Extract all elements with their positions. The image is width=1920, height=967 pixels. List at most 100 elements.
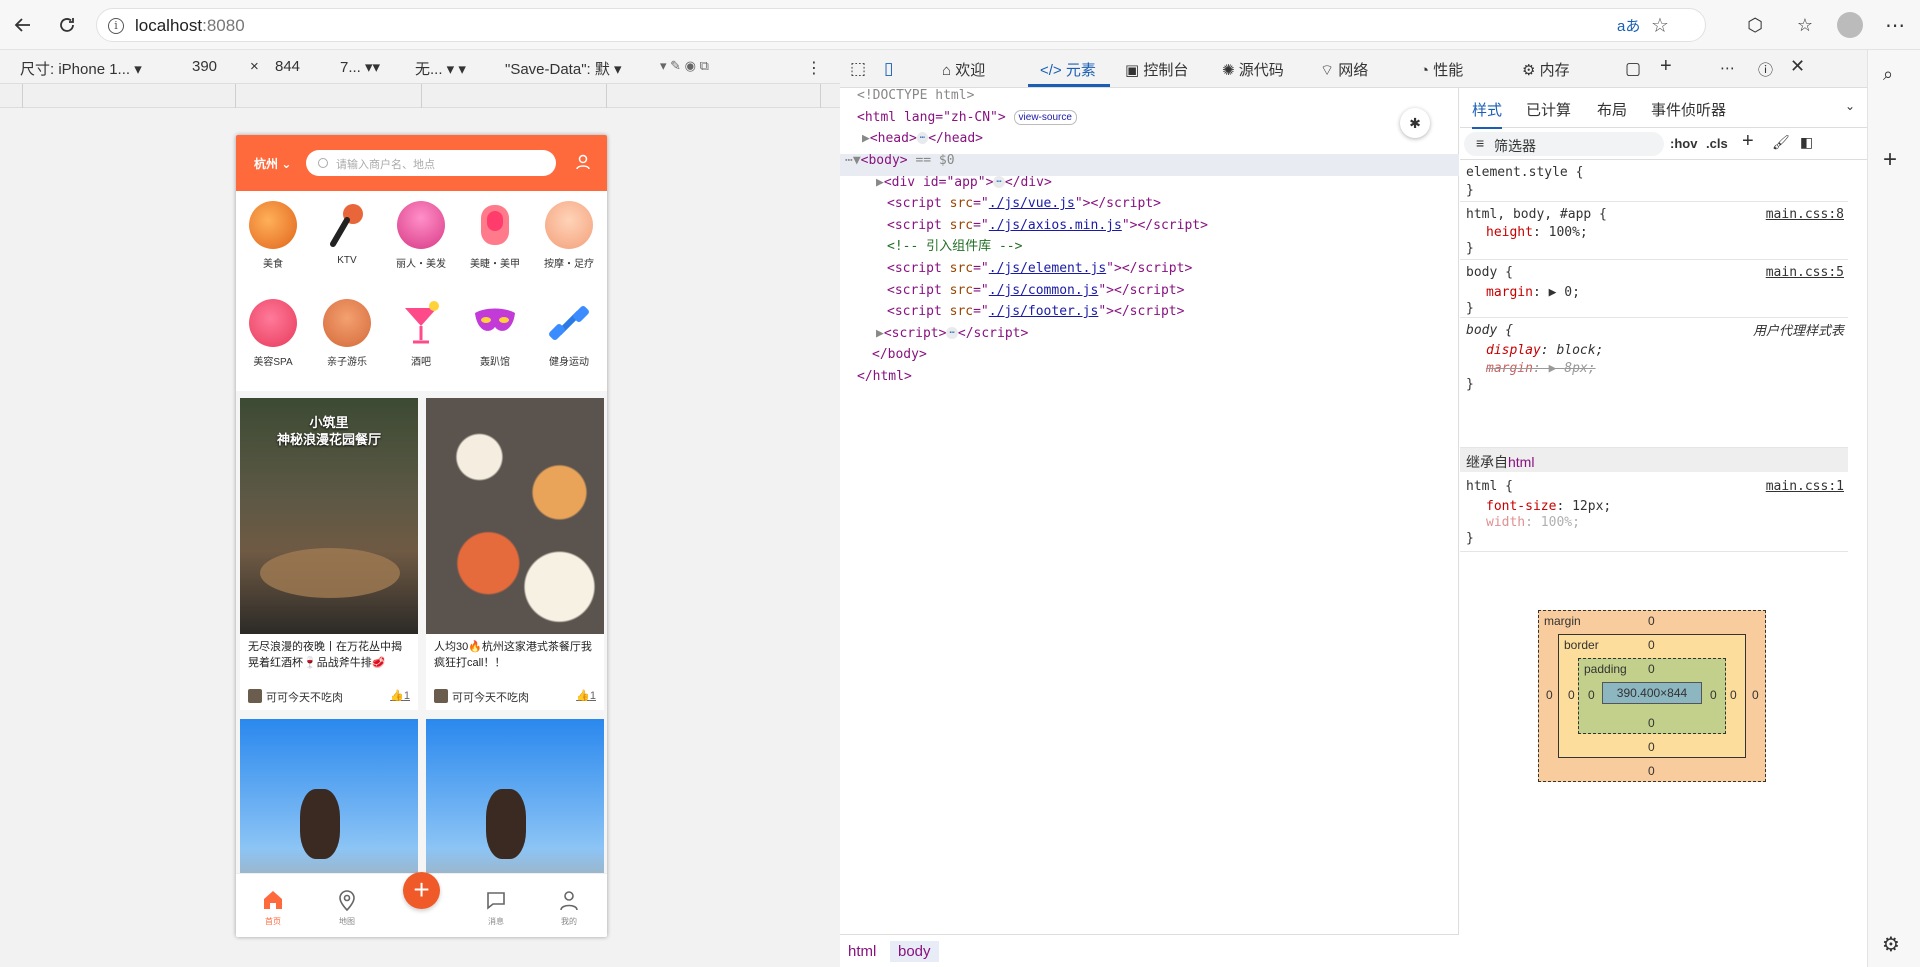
- device-more-icon[interactable]: ⋮: [806, 58, 822, 78]
- profile-avatar-icon[interactable]: [1835, 10, 1865, 40]
- refresh-icon[interactable]: [52, 10, 82, 40]
- search-input[interactable]: 请输入商户名、地点: [306, 150, 556, 176]
- tab-network[interactable]: ⌔ 网络: [1320, 59, 1368, 80]
- category-ktv[interactable]: KTV: [310, 193, 384, 283]
- more-menu-icon[interactable]: ⋯: [1880, 10, 1910, 40]
- dom-comment[interactable]: <!-- 引入组件库 -->: [887, 236, 1022, 258]
- tab-performance[interactable]: ◔ 性能: [1420, 59, 1463, 80]
- add-tab-icon[interactable]: +: [1660, 55, 1672, 78]
- tab-computed[interactable]: 已计算: [1526, 99, 1571, 120]
- paint-icon[interactable]: 🖌: [1772, 134, 1790, 151]
- category-party[interactable]: 轰趴馆: [458, 291, 532, 381]
- address-bar[interactable]: i localhost:8080 aあ ☆: [96, 8, 1706, 42]
- like-count[interactable]: 👍1: [576, 689, 596, 702]
- extensions-icon[interactable]: ⬡: [1740, 10, 1770, 40]
- styles-filter-input[interactable]: ≡ 筛选器: [1464, 132, 1664, 156]
- hov-toggle[interactable]: :hov: [1670, 136, 1697, 151]
- box-content[interactable]: 390.400×844: [1602, 682, 1702, 704]
- back-arrow-icon[interactable]: [8, 10, 38, 40]
- throttle-select[interactable]: 无... ▾ ▾: [415, 58, 466, 79]
- author-name[interactable]: 可可今天不吃肉: [452, 689, 529, 705]
- category-spa[interactable]: 美容SPA: [236, 291, 310, 381]
- post-card[interactable]: 人均30🔥杭州这家港式茶餐厅我疯狂打call！！ 可可今天不吃肉 👍1: [426, 398, 604, 710]
- width-input[interactable]: 390: [192, 58, 217, 75]
- tab-console[interactable]: ▣ 控制台: [1125, 59, 1188, 80]
- category-food[interactable]: 美食: [236, 193, 310, 283]
- help-icon[interactable]: ⓘ: [1758, 59, 1773, 80]
- post-card[interactable]: 小筑里 神秘浪漫花园餐厅 无尽浪漫的夜晚丨在万花丛中揭晃着红酒杯🍷品战斧牛排🥩 …: [240, 398, 418, 710]
- zoom-select[interactable]: 7... ▾▾: [340, 58, 380, 76]
- crumb-html[interactable]: html: [840, 941, 884, 962]
- tab-layout[interactable]: 布局: [1597, 99, 1627, 120]
- category-nail[interactable]: 美睫・美甲: [458, 193, 532, 283]
- favorites-icon[interactable]: ☆: [1790, 10, 1820, 40]
- post-card[interactable]: [426, 719, 604, 879]
- rule-element-style[interactable]: element.style { }: [1460, 160, 1848, 202]
- tab-me[interactable]: 我的: [539, 880, 599, 927]
- tab-memory[interactable]: ⚙ 内存: [1522, 59, 1570, 80]
- rule-user-agent-body[interactable]: body { 用户代理样式表 display: block; margin: ▶…: [1460, 318, 1848, 448]
- rule-html[interactable]: html { main.css:1 font-size: 12px; width…: [1460, 472, 1848, 552]
- tab-event-listeners[interactable]: 事件侦听器: [1651, 99, 1726, 120]
- settings-gear-icon[interactable]: ⚙: [1882, 932, 1900, 957]
- dom-script-footer[interactable]: <script src="./js/footer.js"></script>: [887, 301, 1184, 323]
- rule-html-body-app[interactable]: html, body, #app { main.css:8 height: 10…: [1460, 202, 1848, 260]
- chevron-down-icon[interactable]: ⌄: [1845, 99, 1855, 113]
- info-icon[interactable]: i: [108, 18, 124, 34]
- dom-script-inline[interactable]: ▶<script> ⋯ </script>: [876, 323, 1028, 345]
- post-card[interactable]: [240, 719, 418, 879]
- accessibility-icon[interactable]: ✱: [1400, 108, 1430, 138]
- city-selector[interactable]: 杭州 ⌄: [254, 155, 291, 172]
- crumb-body[interactable]: body: [890, 941, 939, 962]
- dom-html[interactable]: <html lang="zh-CN"> view-source: [857, 107, 1077, 129]
- cls-toggle[interactable]: .cls: [1706, 136, 1728, 151]
- dom-div-app[interactable]: ▶<div id="app"> ⋯ </div>: [876, 172, 1052, 194]
- add-post-button[interactable]: +: [403, 872, 440, 909]
- save-data-select[interactable]: "Save-Data": 默 ▾: [505, 58, 622, 79]
- dom-script-common[interactable]: <script src="./js/common.js"></script>: [887, 280, 1184, 302]
- avatar[interactable]: [434, 689, 448, 703]
- dom-body[interactable]: ⋯▼<body> == $0: [845, 150, 955, 172]
- panel-icon[interactable]: ▢: [1625, 59, 1641, 79]
- dom-head[interactable]: ▶<head> ⋯ </head>: [862, 128, 983, 150]
- tab-welcome[interactable]: ⌂ 欢迎: [942, 59, 985, 80]
- cocktail-icon: [397, 299, 445, 347]
- new-rule-icon[interactable]: +: [1742, 130, 1754, 153]
- translate-icon[interactable]: aあ: [1617, 15, 1640, 36]
- category-bar[interactable]: 酒吧: [384, 291, 458, 381]
- avatar[interactable]: [248, 689, 262, 703]
- padding-label: padding: [1584, 662, 1627, 676]
- category-beauty-hair[interactable]: 丽人・美发: [384, 193, 458, 283]
- add-sidebar-app-icon[interactable]: +: [1883, 146, 1897, 174]
- category-fitness[interactable]: 健身运动: [532, 291, 606, 381]
- dom-script-vue[interactable]: <script src="./js/vue.js"></script>: [887, 193, 1161, 215]
- tab-messages[interactable]: 消息: [466, 880, 526, 927]
- dom-html-close[interactable]: </html>: [857, 366, 912, 388]
- dom-script-element[interactable]: <script src="./js/element.js"></script>: [887, 258, 1192, 280]
- author-name[interactable]: 可可今天不吃肉: [266, 689, 343, 705]
- category-kids[interactable]: 亲子游乐: [310, 291, 384, 381]
- user-icon[interactable]: [576, 154, 590, 170]
- category-massage[interactable]: 按摩・足疗: [532, 193, 606, 283]
- sidebar-toggle-icon[interactable]: ◧: [1800, 134, 1813, 151]
- tab-elements[interactable]: </> 元素: [1040, 59, 1096, 80]
- like-count[interactable]: 👍1: [390, 689, 410, 702]
- dom-script-axios[interactable]: <script src="./js/axios.min.js"></script…: [887, 215, 1208, 237]
- rule-body-margin[interactable]: body { main.css:5 margin: ▶ 0; }: [1460, 260, 1848, 318]
- tab-sources[interactable]: ✺ 源代码: [1222, 59, 1284, 80]
- device-tools-icons[interactable]: ▾ ✎ ◉ ⧉: [660, 58, 709, 74]
- padding-left-value: 0: [1588, 688, 1595, 702]
- close-devtools-icon[interactable]: ✕: [1790, 56, 1805, 77]
- tab-styles[interactable]: 样式: [1472, 99, 1503, 129]
- search-icon[interactable]: ⌕: [1883, 64, 1893, 85]
- height-input[interactable]: 844: [275, 58, 300, 75]
- device-toggle-icon[interactable]: ▯: [884, 59, 893, 79]
- tab-home[interactable]: 首页: [243, 880, 303, 927]
- device-select[interactable]: 尺寸: iPhone 1... ▾: [20, 58, 142, 79]
- inspect-icon[interactable]: ⬚: [850, 59, 866, 79]
- dom-body-close[interactable]: </body>: [872, 344, 927, 366]
- tab-map[interactable]: 地图: [317, 880, 377, 927]
- favorite-star-icon[interactable]: ☆: [1651, 13, 1669, 38]
- more-tools-icon[interactable]: ⋯: [1720, 59, 1735, 77]
- dom-doctype[interactable]: <!DOCTYPE html>: [857, 85, 974, 107]
